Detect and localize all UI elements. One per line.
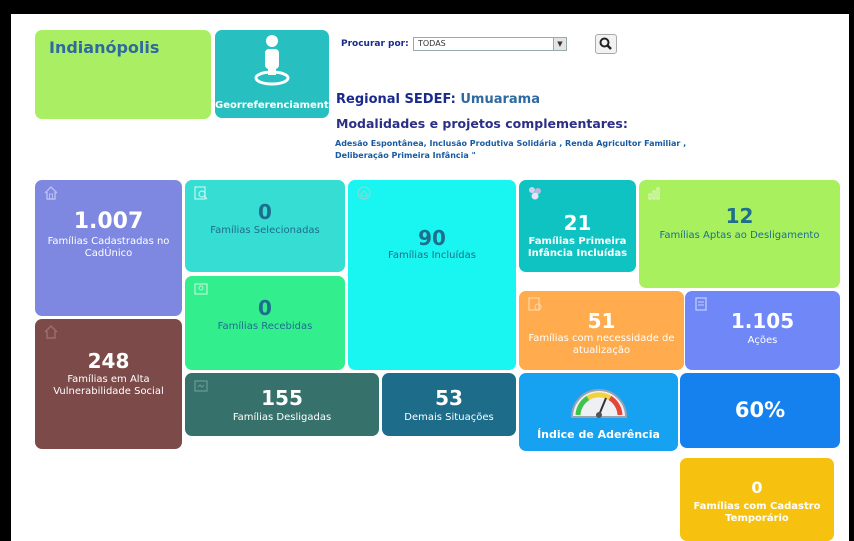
card-incluidas[interactable]: 90 Famílias Incluídas (348, 180, 516, 370)
card-atualizacao[interactable]: 51 Famílias com necessidade de atualizaç… (519, 291, 684, 370)
card-atualizacao-label: Famílias com necessidade de atualização (528, 333, 675, 356)
card-demais-value: 53 (435, 386, 463, 410)
card-recebidas-value: 0 (258, 296, 272, 320)
card-primeira-infancia[interactable]: 21 Famílias Primeira Infância Incluídas (519, 180, 636, 272)
card-aptas-value: 12 (725, 204, 754, 228)
card-atualizacao-value: 51 (587, 309, 616, 333)
card-vulnerabilidade-label: Famílias em Alta Vulnerabilidade Social (53, 374, 164, 397)
house-alert-icon (44, 325, 58, 339)
card-acoes[interactable]: 1.105 Ações (685, 291, 840, 370)
card-recebidas[interactable]: 0 Famílias Recebidas (185, 276, 345, 370)
card-aptas-label: Famílias Aptas ao Desligamento (659, 230, 820, 241)
card-vulnerabilidade-value: 248 (87, 349, 130, 373)
card-selecionadas-value: 0 (258, 200, 272, 224)
search-document-icon (194, 186, 208, 200)
card-incluidas-value: 90 (418, 226, 446, 250)
card-desligadas-value: 155 (261, 386, 303, 410)
card-primeira-infancia-label: Famílias Primeira Infância Incluídas (527, 236, 628, 259)
card-vulnerabilidade[interactable]: 248 Famílias em Alta Vulnerabilidade Soc… (35, 319, 182, 449)
card-acoes-label: Ações (747, 335, 778, 346)
card-primeira-infancia-value: 21 (563, 211, 592, 235)
card-selecionadas-label: Famílias Selecionadas (210, 225, 320, 236)
target-home-icon (357, 186, 371, 200)
city-tile: Indianópolis (35, 30, 211, 119)
search-icon (599, 37, 612, 50)
receive-family-icon (194, 283, 208, 295)
search-select-value: TODAS (418, 39, 446, 48)
children-icon (529, 187, 541, 200)
dashboard-page: Indianópolis Georreferenciamento Procura… (11, 14, 849, 541)
card-acoes-value: 1.105 (730, 309, 795, 333)
card-aderencia-percent[interactable]: 60% (680, 373, 840, 448)
card-demais-label: Demais Situações (404, 412, 494, 423)
regional-value: Umuarama (460, 92, 540, 107)
card-desligadas-label: Famílias Desligadas (232, 412, 332, 423)
chart-growth-icon (648, 187, 660, 200)
card-temporario[interactable]: 0 Famílias com Cadastro Temporário (680, 458, 834, 541)
card-aderencia[interactable]: Índice de Aderência (519, 373, 678, 451)
card-cadastradas-label: Famílias Cadastradas no CadÚnico (47, 236, 170, 259)
card-incluidas-label: Famílias Incluídas (388, 250, 476, 261)
card-demais[interactable]: 53 Demais Situações (382, 373, 516, 436)
card-temporario-value: 0 (751, 478, 763, 497)
modalidades-line-1: Adesão Espontânea, Inclusão Produtiva So… (335, 139, 687, 148)
person-location-icon (254, 35, 290, 86)
modalidades-line-2: Deliberação Primeira Infância " (335, 151, 476, 160)
card-temporario-label: Famílias com Cadastro Temporário (693, 501, 821, 524)
search-label: Procurar por: (341, 39, 409, 49)
georeferencing-label: Georreferenciamento (215, 100, 329, 111)
card-cadastradas[interactable]: 1.007 Famílias Cadastradas no CadÚnico (35, 180, 182, 316)
search-button[interactable] (595, 34, 617, 54)
card-cadastradas-value: 1.007 (73, 209, 144, 234)
card-desligadas[interactable]: 155 Famílias Desligadas (185, 373, 379, 436)
regional-prefix: Regional SEDEF: (336, 92, 456, 107)
search-select[interactable]: TODAS ▼ (413, 37, 567, 51)
aderencia-percent-value: 60% (734, 398, 786, 422)
card-aderencia-label: Índice de Aderência (537, 428, 660, 441)
card-recebidas-label: Famílias Recebidas (217, 321, 313, 332)
modalidades-title: Modalidades e projetos complementares: (336, 116, 628, 131)
home-icon (44, 186, 58, 200)
gauge-icon (570, 389, 628, 418)
chevron-down-icon: ▼ (553, 38, 566, 50)
card-aptas[interactable]: 12 Famílias Aptas ao Desligamento (639, 180, 840, 288)
city-name: Indianópolis (49, 38, 160, 57)
card-selecionadas[interactable]: 0 Famílias Selecionadas (185, 180, 345, 272)
regional-info: Regional SEDEF: Umuarama (336, 92, 540, 107)
georeferencing-button[interactable]: Georreferenciamento (215, 30, 329, 118)
